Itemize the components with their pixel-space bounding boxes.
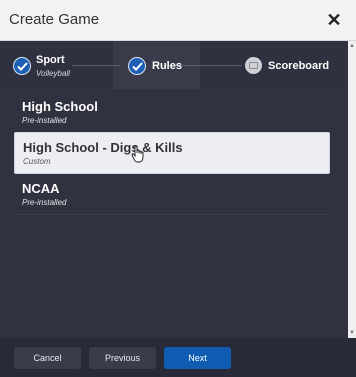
step-label: Sport	[36, 54, 65, 66]
item-subtitle: Pre-installed	[22, 198, 67, 207]
previous-button[interactable]: Previous	[89, 347, 156, 369]
dialog-title: Create Game	[9, 11, 100, 28]
step-sublabel: Volleyball	[36, 69, 70, 78]
step-label: Rules	[152, 60, 182, 72]
cancel-button[interactable]: Cancel	[14, 347, 81, 369]
item-title: High School - Digs & Kills	[23, 140, 183, 155]
create-game-dialog: Create Game ✕ Sport Volleyball Rules Sco…	[0, 0, 356, 377]
scroll-down-icon[interactable]: ▼	[349, 330, 355, 336]
list-item[interactable]: High School Pre-installed	[14, 93, 330, 133]
scoreboard-icon	[245, 57, 262, 74]
scrollbar[interactable]: ▲ ▼	[348, 41, 356, 338]
step-connector	[72, 65, 120, 66]
dialog-header: Create Game ✕	[0, 0, 356, 41]
wizard-stepper: Sport Volleyball Rules Scoreboard	[0, 41, 348, 89]
close-icon[interactable]: ✕	[326, 11, 342, 29]
item-title: NCAA	[22, 181, 60, 196]
step-label: Scoreboard	[268, 60, 330, 72]
item-subtitle: Custom	[23, 157, 51, 166]
list-item[interactable]: NCAA Pre-installed	[14, 175, 330, 215]
checkmark-icon	[13, 57, 31, 75]
scroll-up-icon[interactable]: ▲	[349, 43, 355, 49]
item-subtitle: Pre-installed	[22, 116, 67, 125]
dialog-footer: Cancel Previous Next	[0, 338, 356, 377]
list-item[interactable]: High School - Digs & Kills Custom	[14, 132, 330, 174]
checkmark-icon	[128, 57, 146, 75]
hand-pointer-icon	[131, 145, 145, 163]
next-button[interactable]: Next	[164, 347, 231, 369]
item-title: High School	[22, 99, 98, 114]
